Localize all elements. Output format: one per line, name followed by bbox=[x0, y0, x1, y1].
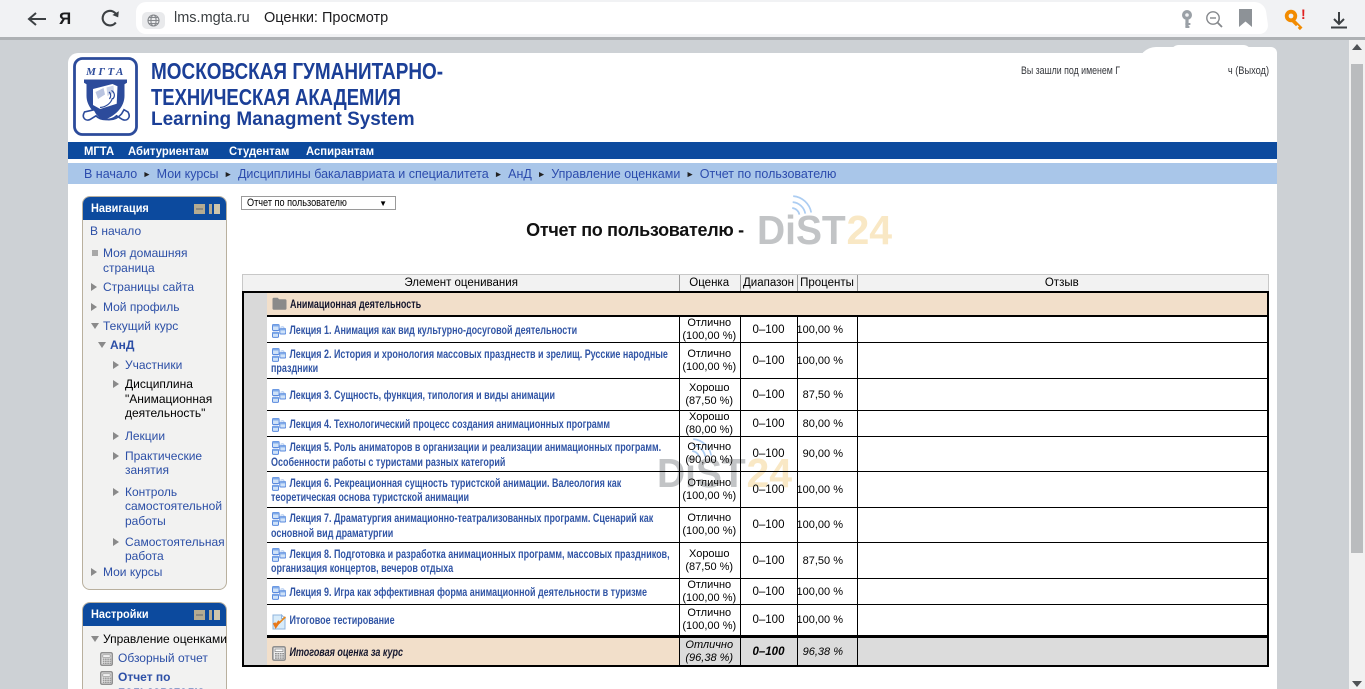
svg-text:!: ! bbox=[1301, 8, 1306, 22]
svg-text:МГТА: МГТА bbox=[85, 66, 126, 78]
